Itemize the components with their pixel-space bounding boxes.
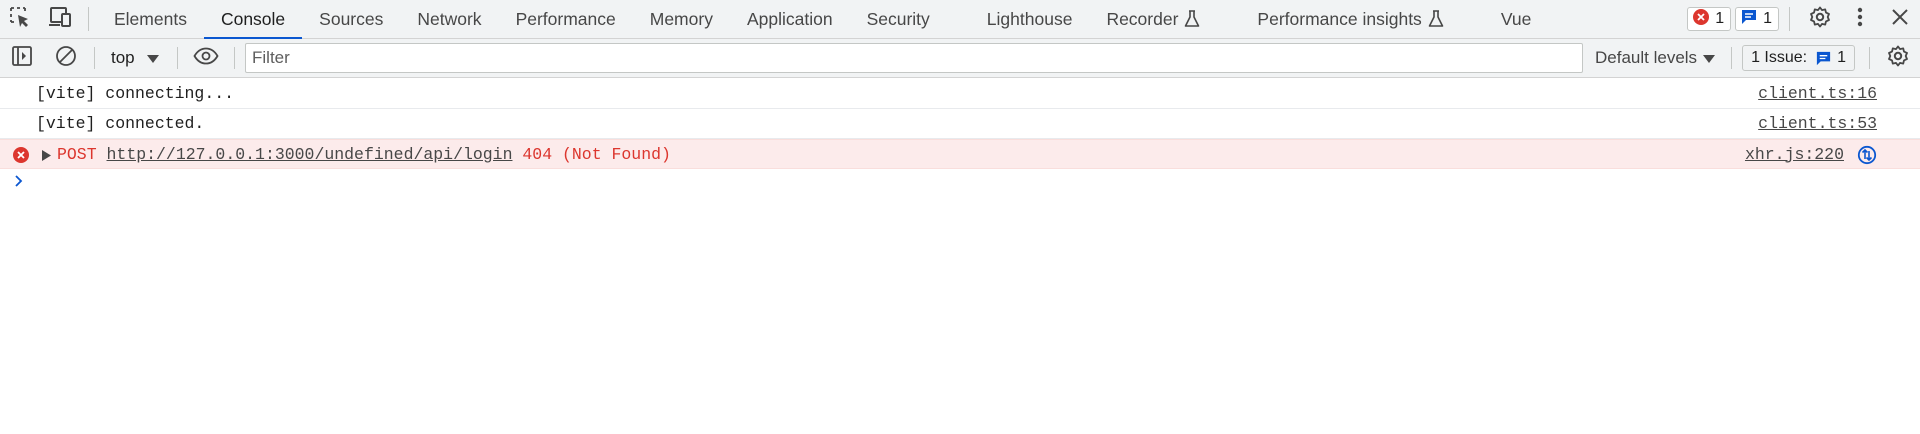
- message-text: [vite] connecting...: [36, 84, 235, 103]
- tab-performance-insights[interactable]: Performance insights: [1240, 0, 1483, 38]
- kebab-icon: [1857, 7, 1863, 32]
- console-settings-button[interactable]: [1876, 39, 1920, 77]
- error-circle-icon: [12, 146, 30, 164]
- chevron-down-icon: [146, 48, 159, 68]
- toolbar-divider: [177, 47, 178, 69]
- tab-lighthouse[interactable]: Lighthouse: [970, 0, 1090, 38]
- source-link[interactable]: xhr.js:220: [1745, 145, 1844, 164]
- tab-label: Memory: [649, 8, 713, 29]
- log-levels-dropdown[interactable]: Default levels: [1589, 48, 1725, 68]
- tab-label: Network: [417, 8, 482, 29]
- source-link[interactable]: client.ts:16: [1758, 84, 1877, 103]
- message-count-badge[interactable]: 1: [1735, 7, 1779, 31]
- message-icon: [1740, 8, 1758, 31]
- error-circle-icon: [1692, 8, 1710, 31]
- close-icon: [1891, 8, 1909, 31]
- tab-label: Recorder: [1106, 8, 1179, 29]
- error-count: 1: [1715, 10, 1725, 27]
- sidebar-icon: [11, 45, 33, 72]
- prompt-chevron-icon[interactable]: [14, 174, 24, 188]
- inspect-element-button[interactable]: [0, 0, 40, 38]
- toolbar-divider: [94, 47, 95, 69]
- context-selector[interactable]: top: [101, 48, 171, 68]
- error-text: POST http://127.0.0.1:3000/undefined/api…: [57, 145, 671, 164]
- message-text: [vite] connected.: [36, 114, 205, 133]
- more-options-button[interactable]: [1840, 0, 1880, 38]
- clear-console-button[interactable]: [44, 39, 88, 77]
- flask-icon: [1184, 10, 1200, 28]
- console-message[interactable]: [vite] connecting... client.ts:16: [0, 79, 1920, 109]
- tab-vue[interactable]: Vue: [1484, 0, 1549, 38]
- settings-button[interactable]: [1800, 0, 1840, 38]
- console-error-message[interactable]: POST http://127.0.0.1:3000/undefined/api…: [0, 139, 1920, 169]
- tab-label: Console: [220, 8, 286, 29]
- levels-label: Default levels: [1595, 48, 1698, 67]
- tab-label: Sources: [319, 8, 384, 29]
- tab-label: Vue: [1500, 8, 1532, 29]
- inspect-icon: [8, 5, 32, 34]
- issues-label: 1 Issue:: [1751, 49, 1808, 66]
- tab-label: Performance insights: [1257, 8, 1422, 29]
- toolbar-divider: [1789, 7, 1790, 31]
- context-label: top: [111, 48, 135, 67]
- toolbar-divider: [88, 7, 89, 31]
- tab-sources[interactable]: Sources: [302, 0, 400, 38]
- tab-label: Elements: [114, 8, 187, 29]
- toolbar-divider: [1731, 47, 1733, 69]
- tabbar-status-area: 1 1: [1683, 0, 1920, 38]
- close-devtools-button[interactable]: [1880, 0, 1920, 38]
- request-status: 404 (Not Found): [522, 144, 671, 164]
- chevron-down-icon: [1703, 48, 1716, 68]
- console-toolbar: top Default levels 1 Issue: 1: [0, 39, 1920, 78]
- tab-label: Application: [746, 8, 833, 29]
- console-messages: [vite] connecting... client.ts:16 [vite]…: [0, 79, 1920, 169]
- toolbar-divider: [1869, 47, 1870, 69]
- toolbar-divider: [234, 47, 235, 69]
- tab-application[interactable]: Application: [730, 0, 850, 38]
- issues-button[interactable]: 1 Issue: 1: [1742, 45, 1855, 71]
- eye-icon: [193, 47, 219, 70]
- tab-security[interactable]: Security: [850, 0, 970, 38]
- error-count-badge[interactable]: 1: [1687, 7, 1732, 31]
- message-icon: [1815, 50, 1832, 67]
- tab-console[interactable]: Console: [203, 0, 303, 39]
- tab-recorder[interactable]: Recorder: [1089, 0, 1240, 38]
- tab-performance[interactable]: Performance: [499, 0, 633, 38]
- devtools-tabbar: Elements Console Sources Network Perform…: [0, 0, 1920, 39]
- tab-memory[interactable]: Memory: [633, 0, 730, 38]
- device-toggle-icon: [47, 5, 73, 34]
- issues-count: 1: [1837, 49, 1846, 66]
- network-request-icon[interactable]: [1857, 145, 1877, 165]
- flask-icon: [1428, 10, 1444, 28]
- show-sidebar-button[interactable]: [0, 39, 44, 77]
- tab-label: Performance: [515, 8, 616, 29]
- message-count: 1: [1763, 10, 1772, 27]
- gear-icon: [1808, 5, 1832, 34]
- console-message[interactable]: [vite] connected. client.ts:53: [0, 109, 1920, 139]
- tab-network[interactable]: Network: [400, 0, 498, 38]
- tab-elements[interactable]: Elements: [97, 0, 204, 38]
- device-toolbar-button[interactable]: [40, 0, 80, 38]
- live-expression-button[interactable]: [184, 39, 228, 77]
- expand-triangle-icon[interactable]: [42, 150, 51, 161]
- tab-label: Lighthouse: [986, 8, 1073, 29]
- gear-icon: [1886, 44, 1910, 73]
- clear-icon: [55, 45, 77, 72]
- tab-label: Security: [866, 8, 930, 29]
- request-method: POST: [57, 144, 97, 164]
- filter-input[interactable]: [245, 43, 1583, 73]
- request-url[interactable]: http://127.0.0.1:3000/undefined/api/logi…: [107, 145, 513, 164]
- source-link[interactable]: client.ts:53: [1758, 114, 1877, 133]
